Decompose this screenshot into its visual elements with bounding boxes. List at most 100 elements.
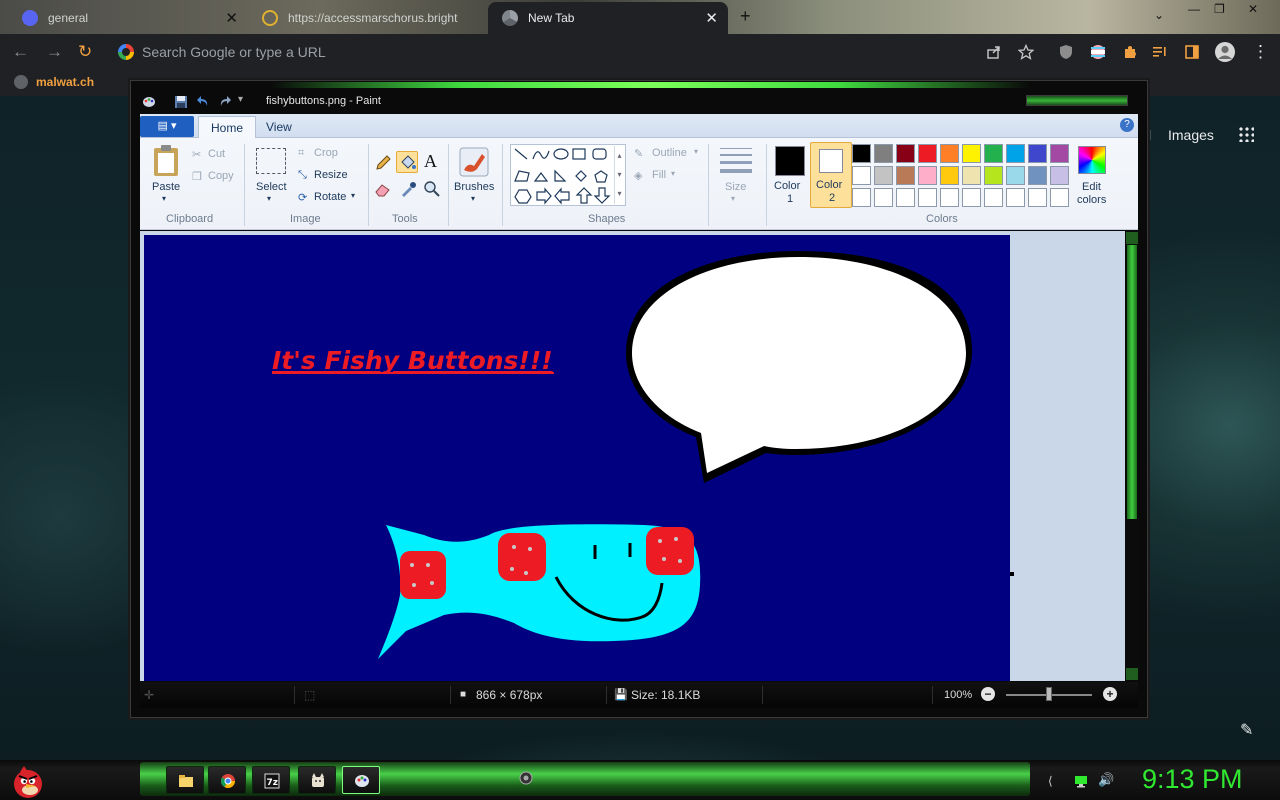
brushes-icon[interactable] xyxy=(458,146,490,178)
taskbar-center-camera-icon[interactable] xyxy=(516,766,536,786)
palette-swatch[interactable] xyxy=(1050,144,1069,163)
resize-button[interactable]: Resize xyxy=(314,169,348,181)
scroll-thumb[interactable] xyxy=(1127,245,1137,519)
network-icon[interactable] xyxy=(1074,774,1088,788)
customize-pencil-icon[interactable]: ✎ xyxy=(1240,720,1253,740)
canvas-resize-handle[interactable] xyxy=(1010,572,1014,576)
palette-empty-swatch[interactable] xyxy=(874,188,893,207)
color1-button[interactable]: Color 1 xyxy=(772,144,810,208)
tab-view[interactable]: View xyxy=(254,116,304,138)
puzzle-extensions-icon[interactable] xyxy=(1122,44,1138,60)
taskbar-file-explorer[interactable] xyxy=(166,766,204,794)
palette-empty-swatch[interactable] xyxy=(1028,188,1047,207)
palette-swatch[interactable] xyxy=(940,144,959,163)
forward-arrow-icon[interactable]: → xyxy=(46,42,63,62)
select-button[interactable]: Select xyxy=(256,181,287,193)
star-icon[interactable] xyxy=(1018,44,1034,60)
back-arrow-icon[interactable]: ← xyxy=(12,42,29,62)
eraser-icon[interactable] xyxy=(374,180,392,198)
color2-button[interactable]: Color 2 xyxy=(810,142,852,208)
palette-swatch[interactable] xyxy=(874,144,893,163)
palette-swatch[interactable] xyxy=(852,166,871,185)
shapes-gallery[interactable] xyxy=(510,144,626,206)
tab-home[interactable]: Home xyxy=(198,116,257,138)
shapes-scroll[interactable]: ▴ ▾ ▾ xyxy=(614,146,624,204)
text-tool-icon[interactable]: A xyxy=(424,151,437,172)
tab-accessmarschorus[interactable]: https://accessmarschorus.bright xyxy=(248,2,486,34)
fill-tool-selected[interactable] xyxy=(396,151,418,173)
chevron-down-icon[interactable]: ⌄ xyxy=(1154,8,1164,22)
zoom-in-button[interactable]: + xyxy=(1103,687,1117,701)
scroll-down-button[interactable] xyxy=(1126,668,1138,680)
crop-button[interactable]: Crop xyxy=(314,147,338,159)
tray-chevron-icon[interactable]: ⟨ xyxy=(1048,774,1062,788)
palette-empty-swatch[interactable] xyxy=(1050,188,1069,207)
undo-icon[interactable] xyxy=(196,95,210,109)
rotate-button[interactable]: Rotate xyxy=(314,191,346,203)
palette-swatch[interactable] xyxy=(918,144,937,163)
outline-button[interactable]: Outline xyxy=(652,147,687,159)
share-icon[interactable] xyxy=(986,44,1002,60)
close-icon[interactable]: ✕ xyxy=(705,9,718,27)
bookmark-malwatch[interactable]: malwat.ch xyxy=(14,75,94,89)
taskbar-app[interactable] xyxy=(298,766,336,794)
minimize-icon[interactable]: — xyxy=(1188,2,1200,16)
fill-dropdown-icon[interactable]: ▾ xyxy=(671,169,675,178)
paste-label[interactable]: Paste xyxy=(152,181,180,193)
ublock-shield-icon[interactable] xyxy=(1058,44,1074,60)
palette-swatch[interactable] xyxy=(1050,166,1069,185)
fill-button[interactable]: Fill xyxy=(652,169,666,181)
palette-swatch[interactable] xyxy=(1006,144,1025,163)
close-window-icon[interactable]: ✕ xyxy=(1248,2,1258,16)
zoom-slider-knob[interactable] xyxy=(1046,687,1052,701)
kebab-menu-icon[interactable]: ⋮ xyxy=(1252,42,1269,62)
outline-dropdown-icon[interactable]: ▾ xyxy=(694,147,698,156)
reload-icon[interactable]: ↻ xyxy=(78,42,92,62)
size-icon[interactable] xyxy=(720,146,752,174)
taskbar-chrome[interactable] xyxy=(208,766,246,794)
file-menu-button[interactable]: ▤ ▾ xyxy=(140,116,194,137)
palette-swatch[interactable] xyxy=(962,144,981,163)
copy-button[interactable]: Copy xyxy=(208,170,234,182)
new-tab-plus-icon[interactable]: + xyxy=(740,6,751,27)
size-button[interactable]: Size xyxy=(725,181,746,193)
palette-swatch[interactable] xyxy=(896,144,915,163)
pencil-icon[interactable] xyxy=(374,154,392,172)
angry-bird-start-icon[interactable] xyxy=(6,760,46,800)
palette-swatch[interactable] xyxy=(896,166,915,185)
zoom-out-button[interactable]: − xyxy=(981,687,995,701)
images-link[interactable]: Images xyxy=(1168,127,1214,143)
edit-colors-label[interactable]: Edit xyxy=(1082,181,1101,193)
cut-button[interactable]: Cut xyxy=(208,148,225,160)
restore-icon[interactable]: ❐ xyxy=(1214,2,1225,16)
palette-empty-swatch[interactable] xyxy=(984,188,1003,207)
paste-dropdown-icon[interactable]: ▾ xyxy=(162,194,166,203)
palette-swatch[interactable] xyxy=(852,144,871,163)
magnifier-icon[interactable] xyxy=(423,180,441,198)
side-panel-icon[interactable] xyxy=(1184,44,1200,60)
palette-swatch[interactable] xyxy=(1028,166,1047,185)
gmail-link-partial[interactable]: l xyxy=(1148,127,1151,143)
palette-swatch[interactable] xyxy=(984,166,1003,185)
palette-swatch[interactable] xyxy=(962,166,981,185)
scroll-up-button[interactable] xyxy=(1126,232,1138,244)
palette-swatch[interactable] xyxy=(940,166,959,185)
rotate-dropdown-icon[interactable]: ▾ xyxy=(351,191,355,200)
taskbar-clock[interactable]: 9:13 PM xyxy=(1142,764,1243,795)
edit-colors-icon[interactable] xyxy=(1078,146,1106,174)
apps-grid-icon[interactable] xyxy=(1238,126,1254,142)
size-dropdown-icon[interactable]: ▾ xyxy=(731,194,735,203)
palette-swatch[interactable] xyxy=(874,166,893,185)
omnibox[interactable]: Search Google or type a URL xyxy=(110,38,1050,66)
palette-empty-swatch[interactable] xyxy=(940,188,959,207)
taskbar-7zip[interactable]: 7z xyxy=(252,766,290,794)
edit-colors-label-2[interactable]: colors xyxy=(1077,194,1106,206)
help-icon[interactable]: ? xyxy=(1120,118,1134,132)
flag-extension-icon[interactable] xyxy=(1090,44,1106,60)
palette-swatch[interactable] xyxy=(1006,166,1025,185)
tab-new-tab[interactable]: New Tab ✕ xyxy=(488,2,728,34)
select-dropdown-icon[interactable]: ▾ xyxy=(267,194,271,203)
vertical-scrollbar[interactable] xyxy=(1125,231,1139,681)
palette-empty-swatch[interactable] xyxy=(852,188,871,207)
brushes-button[interactable]: Brushes xyxy=(454,181,494,193)
